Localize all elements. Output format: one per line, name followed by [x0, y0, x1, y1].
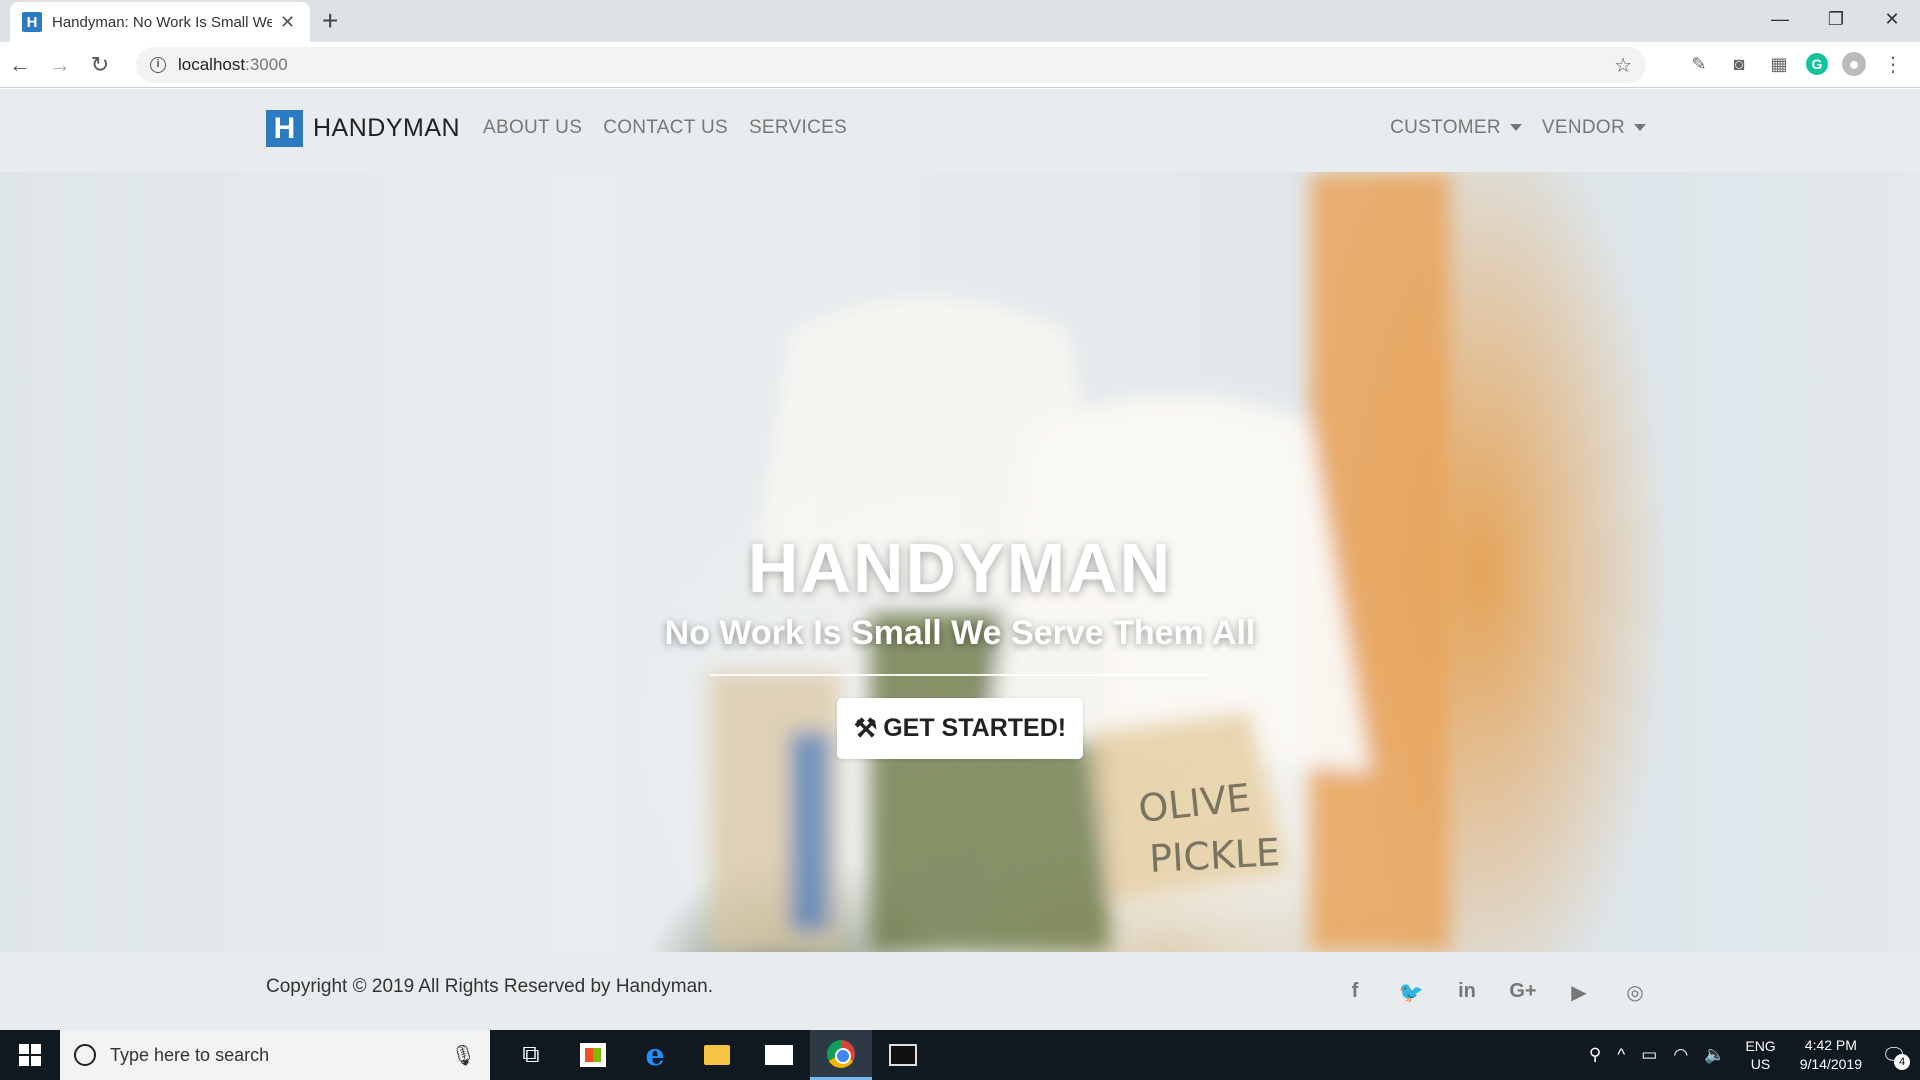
edge-app[interactable]: e	[624, 1030, 686, 1080]
nav-contact-us[interactable]: CONTACT US	[603, 117, 728, 139]
battery-icon[interactable]: ▭	[1641, 1045, 1657, 1065]
minimize-button[interactable]: —	[1752, 0, 1808, 38]
store-app[interactable]	[562, 1030, 624, 1080]
region-code: US	[1750, 1056, 1771, 1072]
handyman-logo-icon: H	[266, 110, 303, 147]
reload-icon[interactable]: ↻	[80, 52, 120, 78]
system-tray: ⚲ ^ ▭ ◠ 🔈 ENG US 4:42 PM 9/14/2019 🗨 4	[1581, 1030, 1920, 1080]
chevron-up-icon[interactable]: ^	[1617, 1045, 1625, 1065]
hero-title: HANDYMAN	[747, 529, 1173, 607]
back-arrow-icon[interactable]: ←	[0, 52, 40, 78]
grammarly-icon[interactable]: G	[1806, 53, 1828, 75]
customer-dropdown-label: CUSTOMER	[1390, 117, 1501, 138]
chrome-app[interactable]	[810, 1030, 872, 1080]
clock-date: 9/14/2019	[1799, 1056, 1862, 1072]
edge-icon: e	[645, 1037, 665, 1073]
taskbar-apps: ⧉ e	[500, 1030, 934, 1080]
nav-dropdowns: CUSTOMER VENDOR	[1390, 117, 1646, 139]
mail-icon	[765, 1045, 793, 1065]
windows-logo-icon	[19, 1044, 41, 1066]
site-info-icon[interactable]: i	[150, 57, 166, 73]
extension-icons: ✎ ◙ ▦ G ● ⋮	[1686, 51, 1906, 77]
microphone-icon[interactable]: 🎙	[451, 1043, 476, 1068]
volume-icon[interactable]: 🔈	[1704, 1045, 1725, 1065]
site-navbar: H HANDYMAN ABOUT US CONTACT US SERVICES …	[0, 89, 1920, 172]
get-started-button[interactable]: ⚒ GET STARTED!	[837, 698, 1083, 759]
clock-time: 4:42 PM	[1804, 1037, 1857, 1053]
caret-down-icon	[1634, 124, 1646, 132]
customer-dropdown[interactable]: CUSTOMER	[1390, 117, 1522, 139]
tab-close-icon[interactable]: ✕	[280, 12, 295, 33]
url-port: :3000	[245, 55, 288, 74]
hero-section: OLIVE PICKLE HANDYMAN No Work Is Small W…	[0, 172, 1920, 952]
url-text: localhost:3000	[178, 55, 288, 75]
cortana-icon	[74, 1044, 96, 1066]
mail-app[interactable]	[748, 1030, 810, 1080]
windows-taskbar: Type here to search 🎙 ⧉ e ⚲ ^ ▭ ◠ 🔈 ENG …	[0, 1030, 1920, 1080]
notification-count: 4	[1894, 1054, 1910, 1070]
address-bar[interactable]: i localhost:3000 ☆	[136, 47, 1646, 83]
camera-extension-icon[interactable]: ◙	[1726, 51, 1752, 77]
browser-tab-strip: H Handyman: No Work Is Small We Serve Th…	[0, 0, 1920, 42]
svg-text:PICKLE: PICKLE	[1148, 830, 1281, 881]
google-plus-icon[interactable]: G+	[1508, 980, 1538, 1005]
action-center-button[interactable]: 🗨 4	[1874, 1030, 1914, 1080]
browser-toolbar: ← → ↻ i localhost:3000 ☆ ✎ ◙ ▦ G ● ⋮	[0, 42, 1920, 88]
hero-divider	[710, 674, 1210, 676]
eyedropper-extension-icon[interactable]: ✎	[1686, 51, 1712, 77]
browser-menu-icon[interactable]: ⋮	[1880, 51, 1906, 77]
new-tab-button[interactable]: +	[322, 6, 338, 36]
start-button[interactable]	[0, 1030, 60, 1080]
facebook-icon[interactable]: f	[1340, 980, 1370, 1005]
vendor-dropdown-label: VENDOR	[1541, 117, 1625, 138]
get-started-label: GET STARTED!	[883, 714, 1067, 742]
youtube-icon[interactable]: ▶	[1564, 980, 1594, 1005]
forward-arrow-icon[interactable]: →	[40, 52, 80, 78]
browser-tab[interactable]: H Handyman: No Work Is Small We Serve Th…	[10, 2, 310, 42]
brand-link[interactable]: H HANDYMAN	[266, 110, 460, 147]
vendor-dropdown[interactable]: VENDOR	[1542, 117, 1646, 139]
folder-icon	[704, 1045, 730, 1065]
caret-down-icon	[1509, 124, 1522, 132]
site-footer: Copyright © 2019 All Rights Reserved by …	[0, 952, 1920, 1030]
tab-title: Handyman: No Work Is Small We Serve Them…	[52, 13, 272, 31]
linkedin-icon[interactable]: in	[1452, 980, 1482, 1005]
file-explorer-app[interactable]	[686, 1030, 748, 1080]
hero-subtitle: No Work Is Small We Serve Them All	[664, 614, 1256, 652]
puzzle-extension-icon[interactable]: ▦	[1766, 51, 1792, 77]
language-indicator[interactable]: ENG US	[1745, 1037, 1775, 1073]
profile-avatar-icon[interactable]: ●	[1842, 52, 1866, 76]
url-host: localhost	[178, 55, 246, 74]
close-window-button[interactable]: ✕	[1864, 0, 1920, 38]
nav-links: ABOUT US CONTACT US SERVICES	[483, 117, 847, 139]
terminal-app[interactable]	[872, 1030, 934, 1080]
task-view-icon[interactable]: ⧉	[500, 1030, 562, 1080]
taskbar-search-placeholder: Type here to search	[110, 1044, 270, 1065]
copyright-text: Copyright © 2019 All Rights Reserved by …	[266, 976, 714, 997]
chrome-icon	[827, 1039, 855, 1068]
language-code: ENG	[1745, 1038, 1776, 1054]
terminal-icon	[889, 1044, 917, 1066]
people-icon[interactable]: ⚲	[1589, 1045, 1601, 1065]
store-icon	[580, 1043, 606, 1067]
wifi-icon[interactable]: ◠	[1673, 1045, 1688, 1065]
restore-button[interactable]: ❐	[1808, 0, 1864, 38]
social-links: f 🐦 in G+ ▶ ◎	[1340, 980, 1650, 1005]
taskbar-clock[interactable]: 4:42 PM 9/14/2019	[1800, 1036, 1862, 1074]
brand-name: HANDYMAN	[313, 114, 461, 142]
nav-services[interactable]: SERVICES	[749, 117, 847, 139]
window-controls: — ❐ ✕	[1752, 0, 1920, 38]
tools-icon: ⚒	[853, 713, 878, 743]
nav-about-us[interactable]: ABOUT US	[483, 117, 582, 139]
instagram-icon[interactable]: ◎	[1620, 980, 1650, 1005]
twitter-icon[interactable]: 🐦	[1396, 980, 1426, 1005]
site-favicon-icon: H	[22, 12, 42, 32]
taskbar-search-box[interactable]: Type here to search 🎙	[60, 1030, 490, 1080]
bookmark-star-icon[interactable]: ☆	[1614, 53, 1632, 78]
